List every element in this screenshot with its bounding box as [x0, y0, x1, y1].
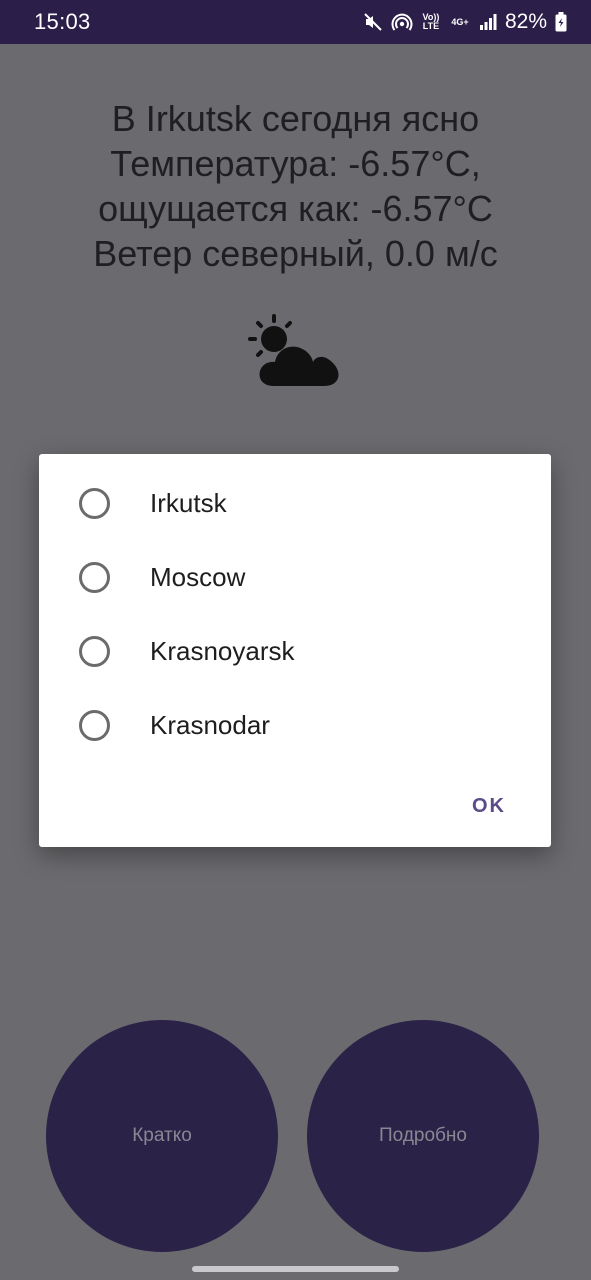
weather-line-temperature: Температура: -6.57°C, — [110, 143, 481, 184]
option-label: Moscow — [150, 561, 246, 592]
option-moscow[interactable]: Moscow — [39, 540, 551, 614]
status-time: 15:03 — [34, 9, 91, 34]
option-krasnodar[interactable]: Krasnodar — [39, 688, 551, 762]
weather-line-city: В Irkutsk сегодня ясно — [111, 98, 480, 139]
weather-summary: В Irkutsk сегодня ясно Температура: -6.5… — [0, 96, 591, 276]
volte-icon: Vo)) LTE — [422, 12, 440, 31]
radio-button[interactable] — [79, 709, 110, 741]
weather-line-feels-like: ощущается как: -6.57°C — [98, 188, 493, 229]
status-bar: 15:03 Vo)) LTE 4G+ 82% — [0, 0, 591, 44]
option-label: Irkutsk — [150, 487, 227, 518]
city-selection-dialog: Irkutsk Moscow Krasnoyarsk Krasnodar OK — [39, 454, 551, 847]
radio-button[interactable] — [79, 561, 110, 593]
mute-icon — [363, 12, 383, 32]
option-label: Krasnoyarsk — [150, 635, 295, 666]
partly-cloudy-icon — [244, 314, 340, 390]
signal-icon — [479, 13, 497, 31]
battery-percent: 82% — [504, 10, 547, 33]
short-button[interactable]: Кратко — [46, 1020, 278, 1252]
status-icons: Vo)) LTE 4G+ 82% — [363, 10, 567, 34]
radio-button[interactable] — [79, 635, 110, 667]
home-indicator[interactable] — [192, 1266, 399, 1272]
battery-charging-icon — [555, 12, 567, 32]
detailed-button[interactable]: Подробно — [307, 1020, 539, 1252]
ok-button[interactable]: OK — [459, 788, 519, 824]
hotspot-icon — [391, 12, 413, 32]
option-label: Krasnodar — [150, 709, 270, 740]
option-irkutsk[interactable]: Irkutsk — [39, 466, 551, 540]
radio-button[interactable] — [79, 487, 110, 519]
weather-line-wind: Ветер северный, 0.0 м/с — [93, 233, 498, 274]
option-krasnoyarsk[interactable]: Krasnoyarsk — [39, 614, 551, 688]
network-4g-icon: 4G+ — [451, 16, 469, 27]
